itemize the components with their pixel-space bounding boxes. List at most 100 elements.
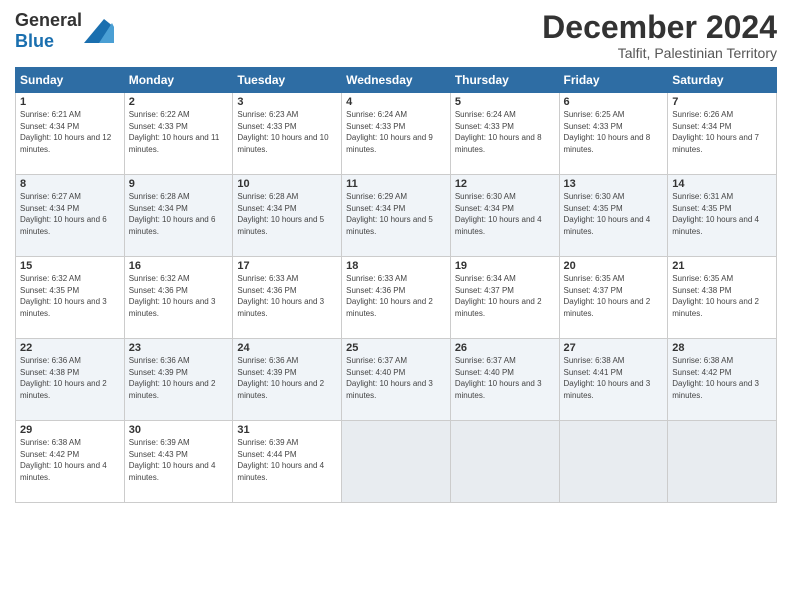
day-number: 15	[20, 260, 120, 272]
day-info: Sunrise: 6:38 AMSunset: 4:41 PMDaylight:…	[564, 356, 651, 400]
table-row: 1 Sunrise: 6:21 AMSunset: 4:34 PMDaylight…	[16, 93, 125, 175]
day-info: Sunrise: 6:24 AMSunset: 4:33 PMDaylight:…	[455, 110, 542, 154]
table-row: 25 Sunrise: 6:37 AMSunset: 4:40 PMDayligh…	[342, 339, 451, 421]
day-number: 9	[129, 178, 229, 190]
day-number: 5	[455, 96, 555, 108]
table-row: 10 Sunrise: 6:28 AMSunset: 4:34 PMDayligh…	[233, 175, 342, 257]
col-saturday: Saturday	[668, 68, 777, 93]
table-row: 17Sunrise: 6:33 AMSunset: 4:36 PMDayligh…	[233, 257, 342, 339]
day-info: Sunrise: 6:27 AMSunset: 4:34 PMDaylight:…	[20, 192, 107, 236]
col-wednesday: Wednesday	[342, 68, 451, 93]
month-title: December 2024	[542, 10, 777, 45]
table-row: 21Sunrise: 6:35 AMSunset: 4:38 PMDayligh…	[668, 257, 777, 339]
table-row: 6 Sunrise: 6:25 AMSunset: 4:33 PMDaylight…	[559, 93, 668, 175]
calendar-table: Sunday Monday Tuesday Wednesday Thursday…	[15, 67, 777, 503]
table-row: 15 Sunrise: 6:32 AMSunset: 4:35 PMDayligh…	[16, 257, 125, 339]
day-number: 25	[346, 342, 446, 354]
logo-blue: Blue	[15, 31, 54, 51]
table-row: 2 Sunrise: 6:22 AMSunset: 4:33 PMDaylight…	[124, 93, 233, 175]
day-info: Sunrise: 6:28 AMSunset: 4:34 PMDaylight:…	[129, 192, 216, 236]
day-info: Sunrise: 6:34 AMSunset: 4:37 PMDaylight:…	[455, 274, 542, 318]
day-number: 22	[20, 342, 120, 354]
day-number: 27	[564, 342, 664, 354]
location-title: Talfit, Palestinian Territory	[542, 45, 777, 61]
logo: General Blue	[15, 10, 114, 52]
day-info: Sunrise: 6:38 AMSunset: 4:42 PMDaylight:…	[20, 438, 107, 482]
day-number: 7	[672, 96, 772, 108]
table-row: 20 Sunrise: 6:35 AMSunset: 4:37 PMDayligh…	[559, 257, 668, 339]
table-row: 11 Sunrise: 6:29 AMSunset: 4:34 PMDayligh…	[342, 175, 451, 257]
day-info: Sunrise: 6:21 AMSunset: 4:34 PMDaylight:…	[20, 110, 111, 154]
col-friday: Friday	[559, 68, 668, 93]
day-info: Sunrise: 6:38 AMSunset: 4:42 PMDaylight:…	[672, 356, 759, 400]
table-row: 22Sunrise: 6:36 AMSunset: 4:38 PMDayligh…	[16, 339, 125, 421]
day-info: Sunrise: 6:37 AMSunset: 4:40 PMDaylight:…	[455, 356, 542, 400]
day-number: 6	[564, 96, 664, 108]
logo-general: General	[15, 10, 82, 30]
day-info: Sunrise: 6:35 AMSunset: 4:38 PMDaylight:…	[672, 274, 759, 318]
day-info: Sunrise: 6:28 AMSunset: 4:34 PMDaylight:…	[237, 192, 324, 236]
col-monday: Monday	[124, 68, 233, 93]
day-number: 3	[237, 96, 337, 108]
day-info: Sunrise: 6:37 AMSunset: 4:40 PMDaylight:…	[346, 356, 433, 400]
day-number: 18	[346, 260, 446, 272]
day-number: 26	[455, 342, 555, 354]
day-number: 14	[672, 178, 772, 190]
day-info: Sunrise: 6:25 AMSunset: 4:33 PMDaylight:…	[564, 110, 651, 154]
day-number: 2	[129, 96, 229, 108]
table-row: 9 Sunrise: 6:28 AMSunset: 4:34 PMDaylight…	[124, 175, 233, 257]
day-number: 23	[129, 342, 229, 354]
day-info: Sunrise: 6:39 AMSunset: 4:44 PMDaylight:…	[237, 438, 324, 482]
table-row: 12 Sunrise: 6:30 AMSunset: 4:34 PMDayligh…	[450, 175, 559, 257]
col-thursday: Thursday	[450, 68, 559, 93]
day-info: Sunrise: 6:30 AMSunset: 4:35 PMDaylight:…	[564, 192, 651, 236]
calendar-week-row: 29Sunrise: 6:38 AMSunset: 4:42 PMDayligh…	[16, 421, 777, 503]
day-info: Sunrise: 6:31 AMSunset: 4:35 PMDaylight:…	[672, 192, 759, 236]
day-number: 1	[20, 96, 120, 108]
day-info: Sunrise: 6:30 AMSunset: 4:34 PMDaylight:…	[455, 192, 542, 236]
table-row	[450, 421, 559, 503]
day-info: Sunrise: 6:36 AMSunset: 4:39 PMDaylight:…	[237, 356, 324, 400]
calendar-week-row: 15 Sunrise: 6:32 AMSunset: 4:35 PMDayligh…	[16, 257, 777, 339]
calendar-header-row: Sunday Monday Tuesday Wednesday Thursday…	[16, 68, 777, 93]
day-info: Sunrise: 6:32 AMSunset: 4:35 PMDaylight:…	[20, 274, 107, 318]
day-number: 10	[237, 178, 337, 190]
day-info: Sunrise: 6:23 AMSunset: 4:33 PMDaylight:…	[237, 110, 328, 154]
calendar-week-row: 1 Sunrise: 6:21 AMSunset: 4:34 PMDaylight…	[16, 93, 777, 175]
table-row: 8 Sunrise: 6:27 AMSunset: 4:34 PMDaylight…	[16, 175, 125, 257]
table-row: 29Sunrise: 6:38 AMSunset: 4:42 PMDayligh…	[16, 421, 125, 503]
table-row: 16 Sunrise: 6:32 AMSunset: 4:36 PMDayligh…	[124, 257, 233, 339]
day-number: 16	[129, 260, 229, 272]
day-number: 12	[455, 178, 555, 190]
day-info: Sunrise: 6:24 AMSunset: 4:33 PMDaylight:…	[346, 110, 433, 154]
table-row: 13 Sunrise: 6:30 AMSunset: 4:35 PMDayligh…	[559, 175, 668, 257]
day-number: 20	[564, 260, 664, 272]
day-info: Sunrise: 6:22 AMSunset: 4:33 PMDaylight:…	[129, 110, 220, 154]
table-row: 23Sunrise: 6:36 AMSunset: 4:39 PMDayligh…	[124, 339, 233, 421]
day-number: 8	[20, 178, 120, 190]
table-row: 5 Sunrise: 6:24 AMSunset: 4:33 PMDaylight…	[450, 93, 559, 175]
day-info: Sunrise: 6:33 AMSunset: 4:36 PMDaylight:…	[346, 274, 433, 318]
table-row: 14 Sunrise: 6:31 AMSunset: 4:35 PMDayligh…	[668, 175, 777, 257]
table-row: 24Sunrise: 6:36 AMSunset: 4:39 PMDayligh…	[233, 339, 342, 421]
day-number: 4	[346, 96, 446, 108]
day-number: 28	[672, 342, 772, 354]
day-info: Sunrise: 6:29 AMSunset: 4:34 PMDaylight:…	[346, 192, 433, 236]
title-section: December 2024 Talfit, Palestinian Territ…	[542, 10, 777, 61]
day-number: 31	[237, 424, 337, 436]
day-info: Sunrise: 6:33 AMSunset: 4:36 PMDaylight:…	[237, 274, 324, 318]
table-row	[559, 421, 668, 503]
header: General Blue December 2024 Talfit, Pales…	[15, 10, 777, 61]
table-row: 26 Sunrise: 6:37 AMSunset: 4:40 PMDayligh…	[450, 339, 559, 421]
calendar-week-row: 22Sunrise: 6:36 AMSunset: 4:38 PMDayligh…	[16, 339, 777, 421]
day-number: 19	[455, 260, 555, 272]
table-row: 3 Sunrise: 6:23 AMSunset: 4:33 PMDaylight…	[233, 93, 342, 175]
day-info: Sunrise: 6:26 AMSunset: 4:34 PMDaylight:…	[672, 110, 759, 154]
day-info: Sunrise: 6:35 AMSunset: 4:37 PMDaylight:…	[564, 274, 651, 318]
day-number: 11	[346, 178, 446, 190]
day-number: 13	[564, 178, 664, 190]
col-sunday: Sunday	[16, 68, 125, 93]
col-tuesday: Tuesday	[233, 68, 342, 93]
table-row: 28 Sunrise: 6:38 AMSunset: 4:42 PMDayligh…	[668, 339, 777, 421]
day-info: Sunrise: 6:32 AMSunset: 4:36 PMDaylight:…	[129, 274, 216, 318]
